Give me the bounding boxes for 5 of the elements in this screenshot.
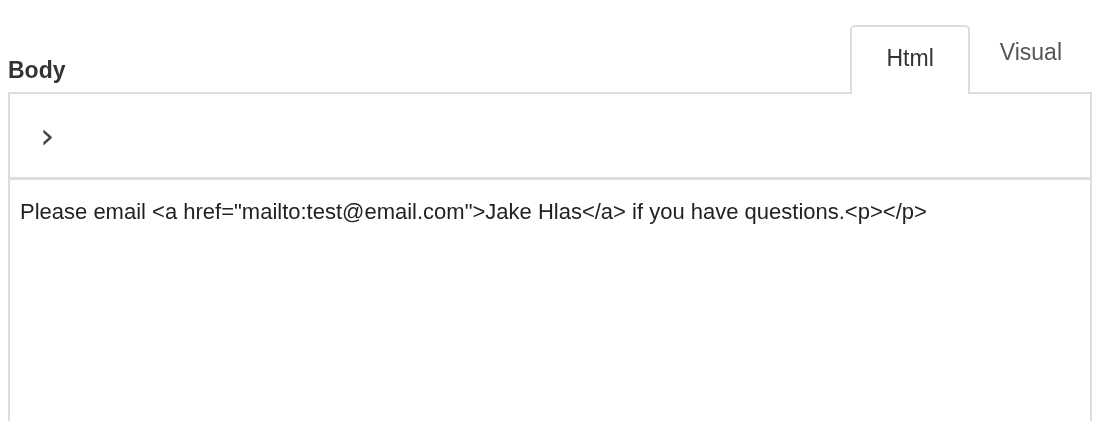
editor-tab[interactable]: Html [850,25,970,94]
html-source-field[interactable]: Please email <a href="mailto:test@email.com">Jake Hlas</a> if you have questions.<p></p> [10,180,990,243]
editor-tab[interactable]: Visual [969,25,1092,94]
expand-toolbar-button[interactable]: › [34,117,61,154]
field-label: Body [8,57,66,85]
